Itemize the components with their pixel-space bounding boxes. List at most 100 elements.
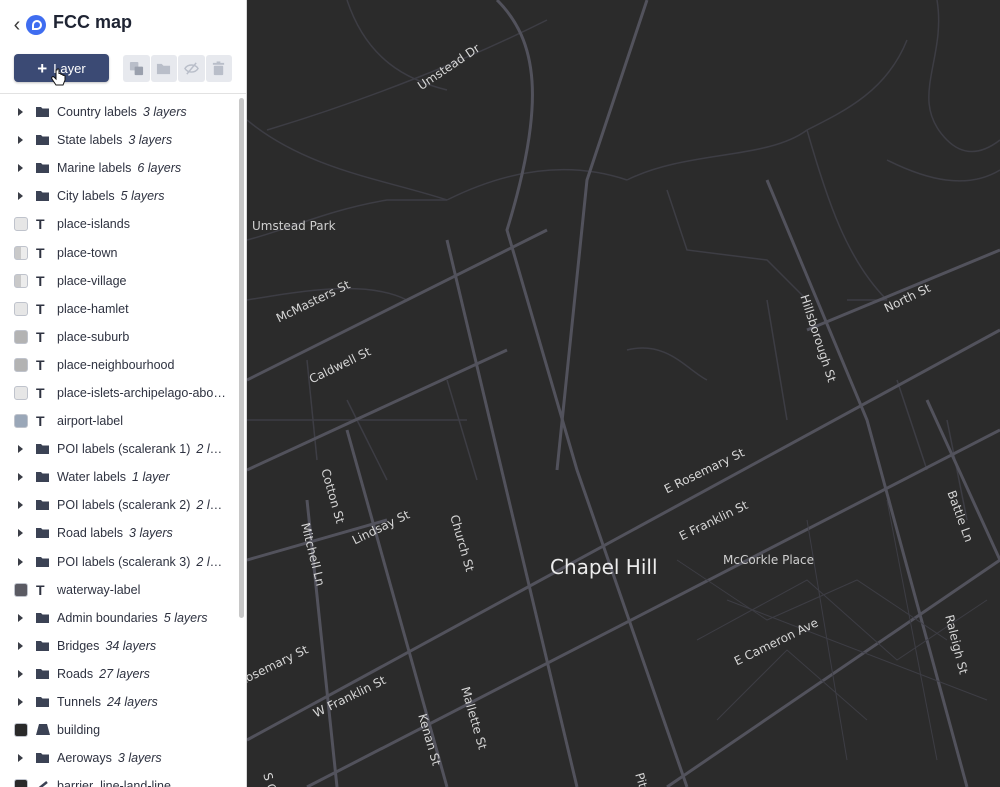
layer-label: State labels 3 layers [57, 133, 172, 147]
expand-caret-icon[interactable] [18, 529, 23, 538]
layer-group-row[interactable]: Water labels 1 layer [0, 463, 236, 491]
expand-caret-icon[interactable] [18, 613, 23, 622]
expand-caret-icon[interactable] [18, 557, 23, 566]
layer-name: Water labels [57, 470, 127, 485]
layer-group-row[interactable]: POI labels (scalerank 3) 2 layers [0, 548, 236, 576]
layer-count: 5 layers [120, 189, 165, 204]
expand-caret-icon[interactable] [18, 192, 23, 201]
layer-group-row[interactable]: POI labels (scalerank 2) 2 layers [0, 491, 236, 519]
layer-row[interactable]: Tplace-town [0, 238, 236, 266]
layer-count: 27 layers [99, 666, 150, 681]
layer-group-row[interactable]: POI labels (scalerank 1) 2 layers [0, 435, 236, 463]
folder-icon [157, 63, 171, 75]
expand-caret-icon[interactable] [18, 445, 23, 454]
layer-row[interactable]: Tplace-village [0, 267, 236, 295]
map-title: FCC map [53, 12, 133, 32]
place-label-mccorkle-place: McCorkle Place [723, 553, 814, 567]
expand-caret-icon[interactable] [18, 501, 23, 510]
layer-label: Aeroways 3 layers [57, 751, 162, 765]
layer-group-row[interactable]: Admin boundaries 5 layers [0, 604, 236, 632]
folder-icon [36, 472, 49, 483]
layer-label: place-neighbourhood [57, 358, 174, 372]
layer-count: 24 layers [107, 695, 158, 710]
layer-group-row[interactable]: Marine labels 6 layers [0, 154, 236, 182]
divider [0, 93, 246, 94]
expand-caret-icon[interactable] [18, 754, 23, 763]
layer-label: place-islets-archipelago-aboriginal [57, 386, 227, 400]
layer-row[interactable]: Tplace-suburb [0, 323, 236, 351]
layer-name: place-islands [57, 217, 130, 232]
hide-icon [183, 62, 199, 75]
back-chevron-icon[interactable]: ‹ [10, 14, 24, 36]
layer-label: airport-label [57, 414, 123, 428]
hide-layer-button[interactable] [178, 55, 205, 82]
symbol-layer-icon: T [36, 244, 45, 261]
layer-name: waterway-label [57, 582, 141, 597]
layer-row[interactable]: Tplace-neighbourhood [0, 351, 236, 379]
layer-name: POI labels (scalerank 1) [57, 442, 191, 457]
layer-row[interactable]: building [0, 716, 236, 744]
layer-name: Bridges [57, 638, 100, 653]
layer-label: waterway-label [57, 583, 140, 597]
layer-row[interactable]: Tplace-islands [0, 210, 236, 238]
layer-name: airport-label [57, 414, 124, 429]
layer-label: place-hamlet [57, 302, 129, 316]
layer-label: Water labels 1 layer [57, 470, 170, 484]
layer-label: Roads 27 layers [57, 667, 150, 681]
duplicate-layer-button[interactable] [123, 55, 150, 82]
layer-group-row[interactable]: Roads 27 layers [0, 660, 236, 688]
expand-caret-icon[interactable] [18, 698, 23, 707]
layer-name: Country labels [57, 105, 137, 120]
layer-row[interactable]: Tairport-label [0, 407, 236, 435]
layer-group-row[interactable]: City labels 5 layers [0, 182, 236, 210]
layers-sidebar: ‹ FCC map + Layer Country labels 3 layers… [0, 0, 247, 787]
layer-color-swatch [14, 582, 28, 597]
group-layer-button[interactable] [150, 55, 177, 82]
layer-group-row[interactable]: Bridges 34 layers [0, 632, 236, 660]
layer-name: POI labels (scalerank 3) [57, 554, 191, 569]
layer-group-row[interactable]: State labels 3 layers [0, 126, 236, 154]
layer-label: POI labels (scalerank 2) 2 layers [57, 498, 227, 512]
expand-caret-icon[interactable] [18, 641, 23, 650]
expand-caret-icon[interactable] [18, 108, 23, 117]
layer-group-row[interactable]: Road labels 3 layers [0, 519, 236, 547]
layer-name: Marine labels [57, 161, 132, 176]
delete-layer-button[interactable] [205, 55, 232, 82]
expand-caret-icon[interactable] [18, 669, 23, 678]
layer-color-swatch [14, 301, 28, 316]
place-label-umstead-park: Umstead Park [252, 219, 336, 233]
layer-name: Tunnels [57, 695, 102, 710]
layer-name: Admin boundaries [57, 610, 158, 625]
layer-list-scrollbar[interactable] [239, 98, 244, 618]
symbol-layer-icon: T [36, 384, 45, 401]
layer-name: place-suburb [57, 329, 130, 344]
layer-label: barrier_line-land-line [57, 779, 171, 787]
symbol-layer-icon: T [36, 356, 45, 373]
expand-caret-icon[interactable] [18, 473, 23, 482]
layer-label: Road labels 3 layers [57, 526, 173, 540]
layer-group-row[interactable]: Tunnels 24 layers [0, 688, 236, 716]
layer-row[interactable]: Tplace-hamlet [0, 295, 236, 323]
map-canvas[interactable]: Umstead Park McCorkle Place Chapel Hill … [247, 0, 1000, 787]
layer-row[interactable]: barrier_line-land-line [0, 772, 236, 787]
folder-icon [36, 135, 49, 146]
layer-label: POI labels (scalerank 1) 2 layers [57, 442, 227, 456]
symbol-layer-icon: T [36, 300, 45, 317]
folder-icon [36, 107, 49, 118]
layer-label: place-islands [57, 217, 130, 231]
layer-label: Marine labels 6 layers [57, 161, 181, 175]
layer-name: City labels [57, 189, 115, 204]
layer-group-row[interactable]: Country labels 3 layers [0, 98, 236, 126]
folder-icon [36, 528, 49, 539]
layer-label: building [57, 723, 100, 737]
expand-caret-icon[interactable] [18, 136, 23, 145]
layer-label: place-suburb [57, 330, 129, 344]
expand-caret-icon[interactable] [18, 164, 23, 173]
layer-row[interactable]: Twaterway-label [0, 576, 236, 604]
symbol-layer-icon: T [36, 413, 45, 430]
layer-group-row[interactable]: Aeroways 3 layers [0, 744, 236, 772]
folder-icon [36, 697, 49, 708]
city-label: Chapel Hill [550, 555, 658, 579]
trash-icon [213, 61, 225, 76]
layer-row[interactable]: Tplace-islets-archipelago-aboriginal [0, 379, 236, 407]
